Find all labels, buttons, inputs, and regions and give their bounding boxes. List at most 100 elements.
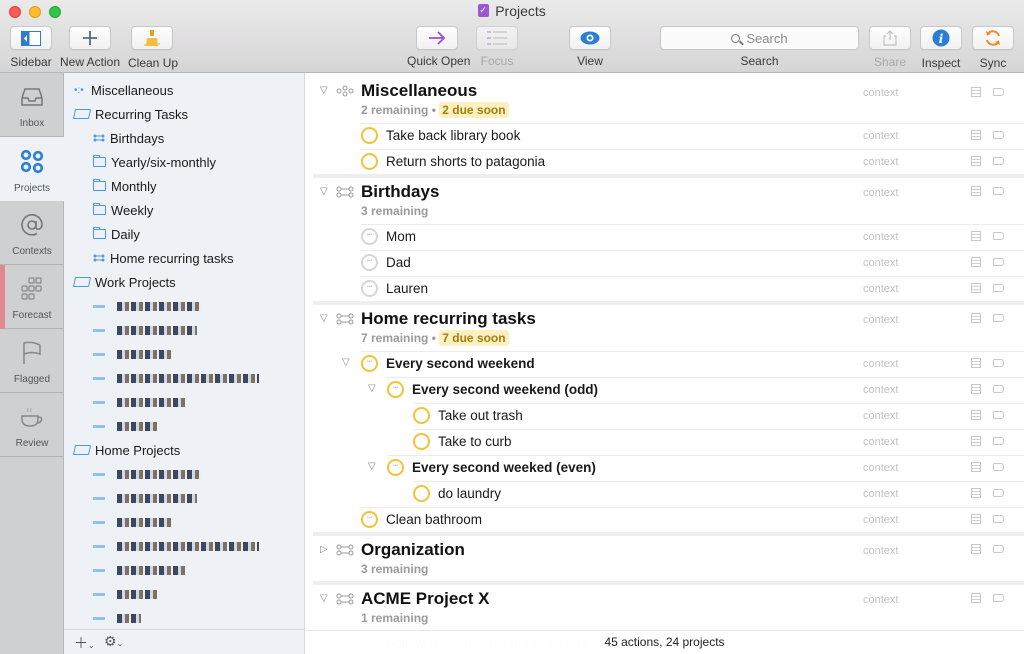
view-button[interactable]: View <box>568 26 612 68</box>
sidebar-item-redacted[interactable] <box>93 343 173 365</box>
sidebar-item-redacted[interactable] <box>93 415 157 437</box>
project-title[interactable]: Birthdays <box>361 182 439 202</box>
status-circle[interactable] <box>361 254 378 271</box>
flag-icon[interactable] <box>993 437 1004 445</box>
context-field[interactable]: context <box>863 130 898 142</box>
context-field[interactable]: context <box>863 257 898 269</box>
context-field[interactable]: context <box>863 514 898 526</box>
tab-projects[interactable]: Projects <box>0 137 64 201</box>
status-circle[interactable] <box>361 153 378 170</box>
project-title[interactable]: Miscellaneous <box>361 81 477 101</box>
flag-icon[interactable] <box>993 258 1004 266</box>
share-button[interactable]: Share <box>869 26 911 69</box>
task-row[interactable]: Clean bathroom context <box>305 507 1024 533</box>
flag-icon[interactable] <box>993 411 1004 419</box>
flag-icon[interactable] <box>993 545 1004 553</box>
note-icon[interactable] <box>971 231 981 241</box>
task-row[interactable]: Dad context <box>305 250 1024 276</box>
task-title[interactable]: Lauren <box>386 281 428 296</box>
flag-icon[interactable] <box>993 232 1004 240</box>
note-icon[interactable] <box>971 313 981 323</box>
quick-open-button[interactable]: Quick Open <box>407 26 470 68</box>
settings-menu-button[interactable]: ⚙⌄ <box>104 633 123 650</box>
status-circle[interactable] <box>361 355 378 372</box>
flag-icon[interactable] <box>993 187 1004 195</box>
add-menu-button[interactable]: ＋⌄ <box>74 633 95 653</box>
sidebar-item-redacted[interactable] <box>93 487 197 509</box>
task-title[interactable]: Mom <box>386 229 416 244</box>
context-field[interactable]: context <box>863 358 898 370</box>
note-icon[interactable] <box>971 130 981 140</box>
note-icon[interactable] <box>971 410 981 420</box>
disclosure-triangle-icon[interactable]: ▽ <box>320 186 328 197</box>
context-field[interactable]: context <box>863 231 898 243</box>
note-icon[interactable] <box>971 593 981 603</box>
flag-icon[interactable] <box>993 88 1004 96</box>
new-action-button[interactable]: New Action <box>60 26 120 69</box>
context-field[interactable]: context <box>863 545 898 557</box>
task-title[interactable]: Take back library book <box>386 128 520 143</box>
disclosure-triangle-collapsed-icon[interactable]: ▷ <box>320 544 328 555</box>
context-field[interactable]: context <box>863 594 898 606</box>
sidebar-item-yearly[interactable]: Yearly/six-monthly <box>93 151 216 173</box>
flag-icon[interactable] <box>993 463 1004 471</box>
task-row[interactable]: Return shorts to patagonia context <box>305 149 1024 175</box>
task-row[interactable]: Take out trash context <box>305 403 1024 429</box>
sidebar-item-miscellaneous[interactable]: •:• Miscellaneous <box>74 79 173 101</box>
sidebar-item-birthdays[interactable]: Birthdays <box>93 127 164 149</box>
task-title[interactable]: Clean bathroom <box>386 512 482 527</box>
sidebar-item-work-projects[interactable]: Work Projects <box>72 271 176 293</box>
context-field[interactable]: context <box>863 187 898 199</box>
status-circle[interactable] <box>413 407 430 424</box>
context-field[interactable]: context <box>863 436 898 448</box>
task-row[interactable]: Lauren context <box>305 276 1024 302</box>
task-row[interactable]: Mom context <box>305 224 1024 250</box>
note-icon[interactable] <box>971 384 981 394</box>
disclosure-triangle-icon[interactable]: ▽ <box>368 461 376 472</box>
flag-icon[interactable] <box>993 131 1004 139</box>
tab-forecast[interactable]: Forecast <box>0 265 64 329</box>
disclosure-triangle-icon[interactable]: ▽ <box>320 593 328 604</box>
sidebar-item-redacted[interactable] <box>93 463 201 485</box>
sidebar-item-redacted[interactable] <box>93 559 185 581</box>
sidebar-item-weekly[interactable]: Weekly <box>93 199 153 221</box>
status-circle[interactable] <box>387 381 404 398</box>
action-group-row[interactable]: ▽ Every second weekend context <box>305 351 1024 377</box>
note-icon[interactable] <box>971 257 981 267</box>
note-icon[interactable] <box>971 544 981 554</box>
disclosure-triangle-icon[interactable]: ▽ <box>320 85 328 96</box>
context-field[interactable]: context <box>863 87 898 99</box>
search-field[interactable]: Search Search <box>660 26 859 68</box>
status-circle[interactable] <box>361 127 378 144</box>
sidebar-item-home-projects[interactable]: Home Projects <box>72 439 180 461</box>
note-icon[interactable] <box>971 283 981 293</box>
note-icon[interactable] <box>971 514 981 524</box>
focus-button[interactable]: Focus <box>476 26 518 68</box>
disclosure-triangle-icon[interactable]: ▽ <box>342 357 350 368</box>
clean-up-button[interactable]: Clean Up <box>128 26 178 70</box>
action-group-row[interactable]: ▽ Every second weekend (odd) context <box>305 377 1024 403</box>
task-row[interactable]: Take to curb context <box>305 429 1024 455</box>
task-row[interactable]: do laundry context <box>305 481 1024 507</box>
search-input[interactable]: Search <box>660 26 859 50</box>
task-title[interactable]: Return shorts to patagonia <box>386 154 545 169</box>
task-title[interactable]: Take out trash <box>438 408 523 423</box>
disclosure-triangle-icon[interactable]: ▽ <box>320 313 328 324</box>
note-icon[interactable] <box>971 87 981 97</box>
note-icon[interactable] <box>971 436 981 446</box>
tab-flagged[interactable]: Flagged <box>0 329 64 393</box>
sidebar-item-recurring-tasks[interactable]: Recurring Tasks <box>72 103 188 125</box>
sidebar-item-redacted[interactable] <box>93 367 259 389</box>
context-field[interactable]: context <box>863 488 898 500</box>
sidebar-item-redacted[interactable] <box>93 391 185 413</box>
project-title[interactable]: ACME Project X <box>361 589 489 609</box>
disclosure-triangle-icon[interactable]: ▽ <box>368 383 376 394</box>
sidebar-toggle-button[interactable]: Sidebar <box>9 26 53 69</box>
sidebar-item-monthly[interactable]: Monthly <box>93 175 157 197</box>
flag-icon[interactable] <box>993 157 1004 165</box>
action-group-row[interactable]: ▽ Every second weeked (even) context <box>305 455 1024 481</box>
inspect-button[interactable]: i Inspect <box>919 26 963 70</box>
sync-button[interactable]: Sync <box>972 26 1014 70</box>
flag-icon[interactable] <box>993 594 1004 602</box>
task-title[interactable]: Dad <box>386 255 411 270</box>
